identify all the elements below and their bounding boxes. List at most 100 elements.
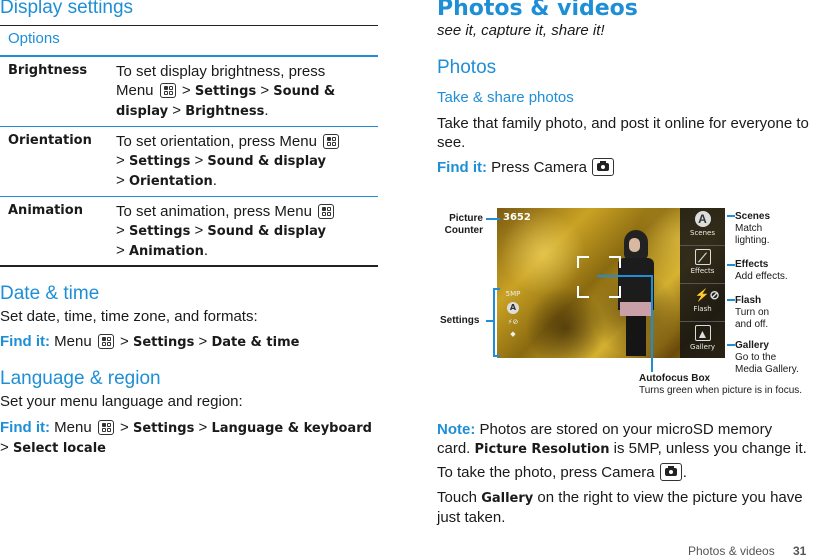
sidebar-effects[interactable]: ⟋ Effects <box>680 246 725 284</box>
callout-line-autofocus-v <box>651 275 653 372</box>
sidebar-scenes[interactable]: A Scenes <box>680 208 725 246</box>
path-date-time: Date & time <box>211 335 300 350</box>
text: To set animation, press Menu <box>116 203 312 220</box>
gallery-term: Gallery <box>481 491 534 506</box>
sidebar-flash[interactable]: ⚡⊘ Flash <box>680 284 725 322</box>
sep: > <box>115 419 133 436</box>
callout-title: Settings <box>440 315 480 326</box>
language-heading: Language & region <box>0 368 161 389</box>
callout-title: Gallery <box>735 340 769 351</box>
sep: > <box>116 222 129 239</box>
row-label-animation: Animation <box>8 203 83 218</box>
path-language-keyboard: Language & keyboard <box>211 421 372 436</box>
note-label: Note: <box>437 421 476 438</box>
callout-autofocus: Autofocus Box Turns green when picture is… <box>639 373 802 397</box>
callout-title: Autofocus Box <box>639 373 711 384</box>
findit-text: Press Camera <box>486 159 592 176</box>
sidebar-gallery[interactable]: ▲ Gallery <box>680 322 725 358</box>
path-sound: Sound & <box>273 84 336 99</box>
callout-flash: Flash Turn on and off. <box>735 295 769 331</box>
menu-key-icon <box>159 83 176 98</box>
path-settings: Settings <box>132 421 195 436</box>
chapter-title: Photos & videos <box>437 0 638 21</box>
path-settings: Settings <box>194 84 257 99</box>
callout-settings: Settings <box>440 315 479 327</box>
take-photo-text: To take the photo, press Camera <box>437 464 659 481</box>
period: . <box>203 242 209 259</box>
path-sound-display: Sound & display <box>207 154 327 169</box>
table-bottom-rule <box>0 265 378 267</box>
scenes-icon: A <box>694 211 711 227</box>
row-line: > Orientation. <box>116 171 376 191</box>
sep: > <box>116 172 129 189</box>
gallery-icon: ▲ <box>694 325 711 341</box>
path-orientation: Orientation <box>128 174 213 189</box>
row-line: To set orientation, press Menu <box>116 132 376 151</box>
callout-line-flash <box>727 299 735 301</box>
menu-key-icon <box>97 420 114 435</box>
note-text: Photos are stored on your microSD memory <box>475 421 773 438</box>
picture-counter: 3652 <box>503 212 531 223</box>
photos-heading: Photos <box>437 57 497 78</box>
row-text-animation: To set animation, press Menu > Settings … <box>116 202 376 261</box>
camera-findit: Find it: Press Camera <box>437 158 815 177</box>
menu-text: Menu <box>49 333 96 350</box>
row-line: Menu > Settings > Sound & <box>116 81 376 101</box>
chapter-subtitle: see it, capture it, share it! <box>437 22 605 39</box>
sep: > <box>190 152 208 169</box>
row-line: > Settings > Sound & display <box>116 151 376 171</box>
take-share-heading: Take & share photos <box>437 89 574 106</box>
callout-line-scenes <box>727 215 735 217</box>
row-line: > Animation. <box>116 241 376 261</box>
callout-line-autofocus-h <box>597 275 652 277</box>
date-time-findit: Find it: Menu > Settings > Date & time <box>0 333 299 350</box>
sep: > <box>116 152 129 169</box>
row-rule <box>0 126 378 127</box>
touch-text: just taken. <box>437 509 506 526</box>
language-findit: Find it: Menu > Settings > Language & ke… <box>0 418 372 458</box>
callout-desc: Add effects. <box>735 271 788 282</box>
callout-desc: Turn on <box>735 307 770 318</box>
row-text-orientation: To set orientation, press Menu > Setting… <box>116 132 376 191</box>
callout-desc: and off. <box>735 319 769 330</box>
callout-desc: Go to the <box>735 352 777 363</box>
options-header: Options <box>8 30 60 47</box>
path-animation: Animation <box>128 244 204 259</box>
text: To set orientation, press Menu <box>116 133 317 150</box>
sep: > <box>194 333 212 350</box>
camera-settings-column: 5MP A ⚡⊘ ◆ <box>505 290 521 342</box>
row-line: display > Brightness. <box>116 101 376 121</box>
row-line: To set display brightness, press <box>116 63 326 80</box>
row-rule <box>0 196 378 197</box>
touch-text: Touch <box>437 489 482 506</box>
menu-key-icon <box>97 334 114 349</box>
date-time-desc: Set date, time, time zone, and formats: <box>0 308 258 325</box>
sep: > <box>116 242 129 259</box>
picture-resolution-term: Picture Resolution <box>474 442 610 457</box>
period: . <box>212 172 217 189</box>
camera-sidebar: A Scenes ⟋ Effects ⚡⊘ Flash ▲ Gallery <box>680 208 725 358</box>
sidebar-label: Gallery <box>690 343 715 351</box>
callout-effects: Effects Add effects. <box>735 259 788 283</box>
note-text: card. <box>437 440 475 457</box>
person-subject <box>616 230 656 356</box>
sep: > <box>115 333 133 350</box>
intro-text: Take that family photo, and post it onli… <box>437 115 809 151</box>
sep: > <box>256 82 274 99</box>
row-label-brightness: Brightness <box>8 63 88 78</box>
sep: > <box>190 222 208 239</box>
path-settings: Settings <box>128 154 191 169</box>
date-time-heading: Date & time <box>0 283 100 304</box>
camera-key-icon <box>659 463 682 481</box>
note-text: is 5MP, unless you change it. <box>609 440 807 457</box>
autofocus-box <box>577 256 621 298</box>
note-paragraph: Note: Photos are stored on your microSD … <box>437 420 815 459</box>
table-top-rule <box>0 25 378 26</box>
sidebar-label: Flash <box>693 305 712 313</box>
sep: > <box>0 439 13 456</box>
findit-label: Find it: <box>0 419 50 436</box>
sep: > <box>177 82 195 99</box>
callout-desc: lighting. <box>735 235 770 246</box>
callout-bracket-settings <box>493 288 495 356</box>
flash-icon: ⚡⊘ <box>694 288 720 302</box>
